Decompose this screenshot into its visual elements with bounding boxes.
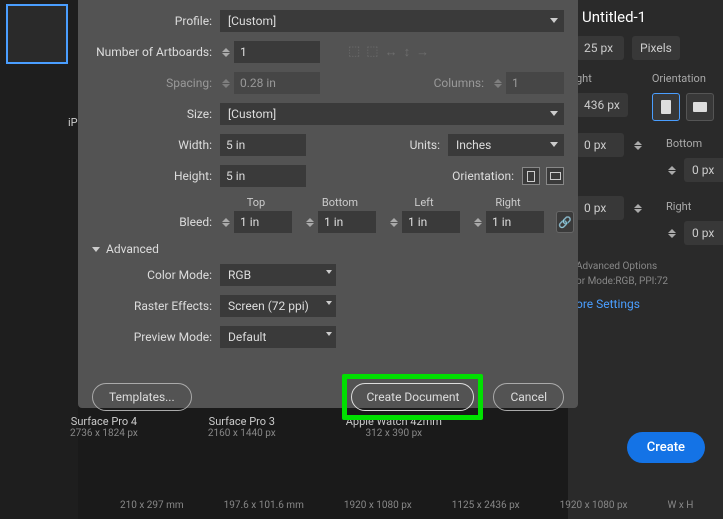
artboards-label: Number of Artboards: <box>92 45 212 59</box>
bleed-left-input[interactable] <box>402 211 460 233</box>
stepper-icon[interactable] <box>634 204 642 213</box>
cat-dim: 197.6 x 101.6 mm <box>224 500 304 511</box>
color-mode-label: Color Mode: <box>92 268 212 282</box>
chevron-down-icon <box>550 111 558 116</box>
chevron-down-icon <box>326 270 332 274</box>
spacing-input <box>234 72 320 94</box>
new-document-dialog: Profile: [Custom] Number of Artboards: ⬚… <box>78 0 578 408</box>
create-button[interactable]: Create <box>627 432 705 463</box>
chevron-down-icon <box>550 18 558 23</box>
units-label: Units: <box>400 138 440 152</box>
bleed-top-bg[interactable]: 0 px <box>576 133 624 157</box>
bleed-right-bg[interactable]: 0 px <box>684 221 723 245</box>
height-input[interactable] <box>220 165 306 187</box>
chevron-down-icon <box>550 142 558 147</box>
profile-label: Profile: <box>92 14 212 28</box>
height-label: ght <box>576 72 628 85</box>
color-mode-select[interactable]: RGB <box>220 264 336 286</box>
create-document-button[interactable]: Create Document <box>351 383 474 411</box>
cat-dim: 1920 x 1080 px <box>560 500 628 511</box>
bleed-top-label: Top <box>220 196 292 209</box>
category-dims-row: 210 x 297 mm 197.6 x 101.6 mm 1920 x 108… <box>120 500 693 511</box>
orientation-landscape-button[interactable] <box>686 93 714 121</box>
artboard-layout-icons[interactable]: ⬚⬚↔↕→ <box>348 44 429 60</box>
bottom-label: Bottom <box>666 137 723 150</box>
chevron-down-icon <box>326 301 332 305</box>
bleed-bottom-input[interactable] <box>318 211 376 233</box>
chevron-down-icon <box>92 247 100 252</box>
columns-label: Columns: <box>424 76 484 90</box>
preview-label: Preview Mode: <box>92 330 212 344</box>
cat-dim: W x H <box>667 500 693 511</box>
cat-dim: 1125 x 2436 px <box>452 500 520 511</box>
bleed-left-label: Left <box>388 196 460 209</box>
bleed-right-label: Right <box>472 196 544 209</box>
units-select[interactable]: Pixels <box>632 36 680 60</box>
link-bleed-icon[interactable]: 🔗 <box>556 211 574 233</box>
bleed-top-input[interactable] <box>234 211 292 233</box>
preset-thumb-selected[interactable] <box>6 4 68 64</box>
width-label: Width: <box>92 138 212 152</box>
stepper-icon[interactable] <box>306 218 314 227</box>
bleed-bottom-label: Bottom <box>304 196 376 209</box>
preset-dim: 2160 x 1440 px <box>208 428 276 439</box>
preset-dim: 312 x 390 px <box>346 428 442 439</box>
stepper-icon[interactable] <box>668 166 676 175</box>
raster-select[interactable]: Screen (72 ppi) <box>220 295 336 317</box>
width-value[interactable]: 25 px <box>576 36 624 60</box>
stepper-icon[interactable] <box>222 218 230 227</box>
more-settings-link[interactable]: ore Settings <box>576 297 715 311</box>
preview-select[interactable]: Default <box>220 326 336 348</box>
right-label: Right <box>666 200 723 213</box>
bleed-right-input[interactable] <box>486 211 544 233</box>
stepper-icon[interactable] <box>474 218 482 227</box>
raster-label: Raster Effects: <box>92 299 212 313</box>
chevron-down-icon <box>326 332 332 336</box>
stepper-icon <box>494 79 502 88</box>
cat-dim: 210 x 297 mm <box>120 500 184 511</box>
size-label: Size: <box>92 107 212 121</box>
size-select[interactable]: [Custom] <box>220 103 564 125</box>
orientation-portrait-button[interactable] <box>652 93 680 121</box>
bleed-label: Bleed: <box>92 215 212 229</box>
cat-dim: 1920 x 1080 px <box>344 500 412 511</box>
profile-select[interactable]: [Custom] <box>220 10 564 32</box>
doc-title: Untitled-1 <box>576 8 715 26</box>
cancel-button[interactable]: Cancel <box>493 383 564 411</box>
stepper-icon[interactable] <box>390 218 398 227</box>
preset-dim: 2736 x 1824 px <box>70 428 138 439</box>
templates-button[interactable]: Templates... <box>92 383 192 411</box>
orientation-landscape-button[interactable] <box>546 167 564 185</box>
units-select[interactable]: Inches <box>448 134 564 156</box>
mode-info: or Mode:RGB, PPI:72 <box>576 276 715 287</box>
stepper-icon[interactable] <box>222 48 230 57</box>
width-input[interactable] <box>220 134 306 156</box>
orientation-portrait-button[interactable] <box>522 167 540 185</box>
columns-input <box>506 72 564 94</box>
highlight-annotation: Create Document <box>342 374 483 420</box>
bleed-left-bg[interactable]: 0 px <box>576 196 624 220</box>
stepper-icon[interactable] <box>634 141 642 150</box>
advanced-toggle[interactable]: Advanced <box>92 242 564 256</box>
bleed-bottom-bg[interactable]: 0 px <box>684 158 723 182</box>
spacing-label: Spacing: <box>92 76 212 90</box>
stepper-icon[interactable] <box>668 229 676 238</box>
orientation-label: Orientation <box>652 72 714 85</box>
stepper-icon <box>222 79 230 88</box>
left-sidebar: iP <box>0 0 78 519</box>
height-label: Height: <box>92 169 212 183</box>
advanced-options-label: Advanced Options <box>576 261 715 272</box>
artboards-input[interactable] <box>234 41 320 63</box>
orientation-label: Orientation: <box>439 169 514 183</box>
preset-label-partial: iP <box>68 116 78 129</box>
height-value[interactable]: 436 px <box>576 93 628 117</box>
